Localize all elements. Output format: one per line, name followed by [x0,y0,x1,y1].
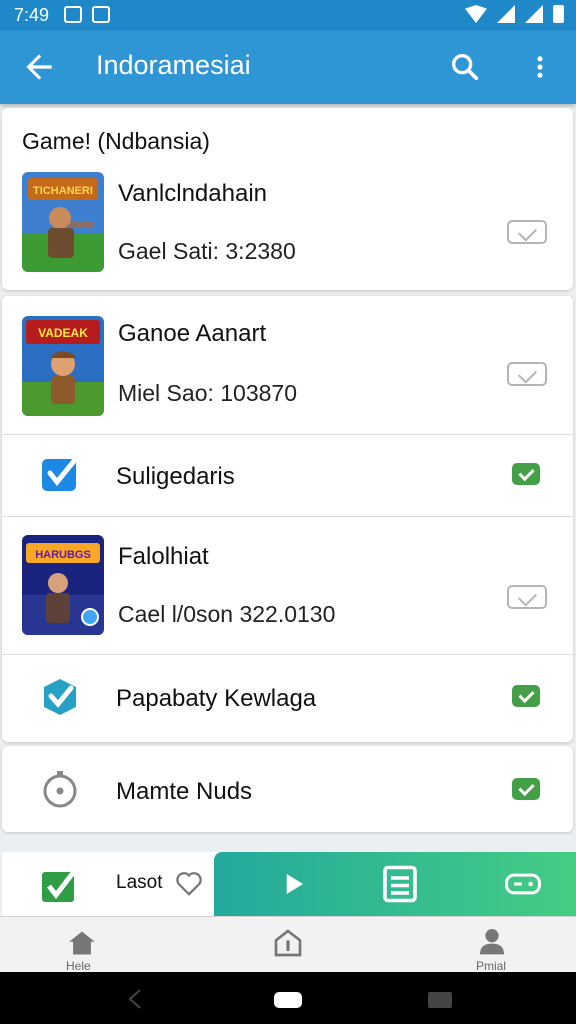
section-title: Game! (Ndbansia) [22,128,210,154]
upload-icon [274,929,302,957]
arrow-left-icon[interactable] [20,48,58,86]
person-icon [480,929,504,955]
wifi-icon [465,5,487,23]
game-card-1: Game! (Ndbansia) TICHANERI Vanlclndahain… [2,108,573,290]
game-thumbnail: HARUBGS [22,535,104,635]
timer-icon [43,771,77,808]
list-item[interactable]: Mamte Nuds [2,746,573,832]
status-bar: 7:49 [0,0,576,30]
list-item[interactable]: Suligedaris [2,434,573,516]
play-icon[interactable] [278,868,308,900]
item-title: Ganoe Aanart [118,320,267,347]
more-vert-icon[interactable] [526,50,554,84]
blue-check-icon [42,458,77,491]
list-item[interactable]: Papabaty Kewlaga [2,654,573,742]
status-time: 7:49 [14,5,50,25]
bottom-nav: Hele Pmial [0,916,576,973]
list-icon[interactable] [382,864,418,904]
teal-check-icon [44,679,76,715]
action-bar: Lasot [2,852,576,916]
back-nav-icon[interactable] [124,988,148,1010]
home-icon [69,931,95,955]
item-subtitle: Cael l/0son 322.0130 [118,601,336,627]
green-check-icon [42,867,78,902]
page-title: Indoramesiai [96,50,251,80]
app-bar: Indoramesiai [0,30,576,104]
item-title: Vanlclndahain [118,180,268,207]
recents-nav-icon[interactable] [428,992,452,1008]
thumb-text: HARUBGS [35,549,91,561]
checkbox-checked[interactable] [512,463,540,485]
checkbox-unchecked[interactable] [507,362,547,386]
item-label: Papabaty Kewlaga [116,685,317,712]
game-card-2: VADEAK Ganoe Aanart Miel Sao: 103870 Sul… [2,296,573,742]
nav-item-profile[interactable]: Pmial [466,917,518,973]
checkbox-unchecked[interactable] [507,585,547,609]
home-nav-icon[interactable] [274,992,302,1008]
heart-icon[interactable] [174,868,204,898]
system-nav-bar [0,972,576,1024]
list-item[interactable]: VADEAK Ganoe Aanart Miel Sao: 103870 [2,296,573,434]
list-item[interactable]: TICHANERI Vanlclndahain Gael Sati: 3:238… [2,172,573,290]
nav-label-profile: Pmial [476,959,507,973]
nav-item-upload[interactable] [262,917,314,973]
item-subtitle: Miel Sao: 103870 [118,380,298,406]
checkbox-checked[interactable] [512,685,540,707]
status-icons [465,5,564,23]
signal-2-icon [525,5,543,23]
search-icon[interactable] [448,50,482,84]
notification-icon [64,6,82,23]
item-title: Falolhiat [118,543,209,570]
photo-notification-icon [92,6,110,23]
item-subtitle: Gael Sati: 3:2380 [118,238,296,264]
battery-icon [553,5,564,23]
signal-icon [497,5,515,23]
list-item[interactable]: HARUBGS Falolhiat Cael l/0son 322.0130 [2,516,573,654]
action-label: Lasot [116,872,163,893]
gamepad-icon[interactable] [504,868,542,900]
game-thumbnail: TICHANERI [22,172,104,272]
thumb-text: VADEAK [38,326,88,340]
item-label: Mamte Nuds [116,778,253,805]
checkbox-checked[interactable] [512,778,540,800]
action-bar-green [214,852,576,916]
game-card-3: Mamte Nuds [2,746,573,832]
game-thumbnail: VADEAK [22,316,104,416]
nav-item-home[interactable]: Hele [56,917,108,973]
thumb-text: TICHANERI [33,185,93,197]
nav-label-home: Hele [66,959,91,973]
checkbox-unchecked[interactable] [507,220,547,244]
item-label: Suligedaris [116,463,235,490]
